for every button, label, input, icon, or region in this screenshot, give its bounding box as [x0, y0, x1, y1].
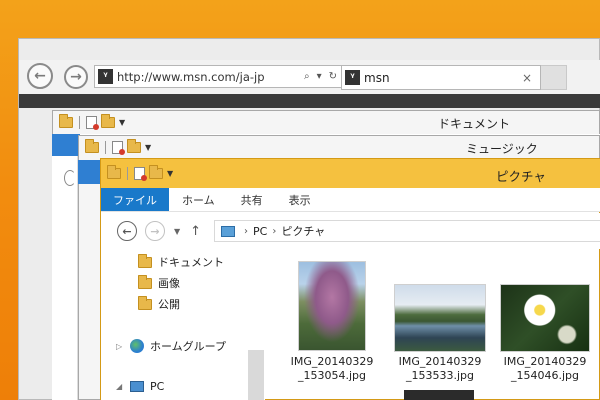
- folder-icon: [138, 274, 152, 289]
- arrow-right-icon: →: [70, 69, 82, 85]
- address-bar[interactable]: ᵞ http://www.msn.com/ja-jp ⌕ ▾ ↻: [94, 65, 344, 88]
- folder-icon: [59, 113, 73, 128]
- new-folder-icon[interactable]: [101, 113, 115, 128]
- tab-title: msn: [364, 70, 390, 85]
- collapse-icon[interactable]: ◢: [116, 382, 124, 391]
- ribbon-tabs: ファイル ホーム 共有 表示: [101, 188, 600, 212]
- expand-icon[interactable]: ▷: [116, 342, 124, 351]
- msn-logo-icon: ᵞ: [345, 70, 360, 85]
- ie-content-header: [19, 94, 600, 108]
- back-button[interactable]: [64, 170, 76, 186]
- thumbnail-image[interactable]: [298, 261, 366, 351]
- arrow-left-icon: ←: [122, 224, 132, 238]
- breadcrumb-pc[interactable]: PC: [253, 225, 267, 238]
- recent-locations-icon[interactable]: ▼: [174, 227, 180, 236]
- forward-button[interactable]: →: [64, 65, 88, 89]
- nav-item-images[interactable]: 画像: [138, 274, 180, 291]
- folder-icon: [138, 253, 152, 268]
- search-icon[interactable]: ⌕: [304, 71, 310, 82]
- properties-icon[interactable]: [86, 115, 99, 130]
- chevron-down-icon[interactable]: ▼: [167, 169, 173, 178]
- documents-title: ドキュメント: [438, 117, 511, 131]
- pictures-title: ピクチャ: [496, 169, 546, 184]
- browser-tab[interactable]: ᵞ msn ×: [341, 65, 541, 90]
- file-name[interactable]: IMG_20140329 _154046.jpg: [495, 355, 595, 383]
- address-url[interactable]: http://www.msn.com/ja-jp: [117, 70, 300, 84]
- chevron-down-icon[interactable]: ▼: [119, 118, 125, 127]
- tab-share[interactable]: 共有: [228, 188, 276, 211]
- nav-item-label: PC: [150, 380, 165, 393]
- file-name-line2: _153533.jpg: [405, 369, 474, 382]
- homegroup-icon: [130, 339, 144, 353]
- tab-home[interactable]: ホーム: [169, 188, 228, 211]
- msn-logo-icon: ᵞ: [98, 69, 113, 84]
- nav-item-label: 画像: [158, 277, 180, 290]
- nav-item-pc[interactable]: ◢ PC: [116, 380, 164, 393]
- documents-titlebar: ▼: [53, 110, 600, 134]
- nav-item-label: ホームグループ: [150, 340, 227, 353]
- up-arrow-icon[interactable]: ↑: [190, 224, 201, 239]
- breadcrumb-pictures[interactable]: ピクチャ: [281, 223, 325, 239]
- chevron-right-icon[interactable]: ›: [272, 226, 276, 237]
- file-name[interactable]: IMG_20140329 _153054.jpg: [282, 355, 382, 383]
- chevron-right-icon[interactable]: ›: [244, 226, 248, 237]
- file-name-line2: _153054.jpg: [297, 369, 366, 382]
- file-name-line2: _154046.jpg: [510, 369, 579, 382]
- refresh-icon[interactable]: ↻: [329, 71, 337, 82]
- chevron-down-icon[interactable]: ▾: [317, 71, 322, 82]
- nav-item-label: ドキュメント: [158, 256, 224, 269]
- tab-view[interactable]: 表示: [276, 188, 324, 211]
- folder-icon: [138, 295, 152, 310]
- nav-pane-scrollbar[interactable]: [248, 350, 264, 400]
- file-name-line1: IMG_20140329: [398, 355, 482, 368]
- navigation-pane: [101, 250, 265, 400]
- new-folder-icon[interactable]: [127, 138, 141, 153]
- pc-icon: [130, 381, 144, 392]
- arrow-right-icon: →: [150, 224, 160, 238]
- properties-icon[interactable]: [134, 167, 147, 181]
- back-button[interactable]: ←: [27, 63, 53, 89]
- file-name[interactable]: IMG_20140329 _153533.jpg: [390, 355, 490, 383]
- thumbnail-image[interactable]: [394, 284, 486, 352]
- documents-file-tab[interactable]: [52, 134, 80, 156]
- forward-button[interactable]: →: [145, 221, 165, 241]
- back-button[interactable]: ←: [117, 221, 137, 241]
- nav-item-homegroup[interactable]: ▷ ホームグループ: [116, 338, 226, 354]
- properties-icon[interactable]: [112, 140, 125, 155]
- pc-icon: [221, 225, 235, 237]
- music-title: ミュージック: [466, 142, 538, 156]
- file-name-line1: IMG_20140329: [503, 355, 587, 368]
- breadcrumb[interactable]: › PC › ピクチャ: [214, 220, 600, 242]
- thumbnail-image[interactable]: [500, 284, 590, 352]
- folder-icon: [107, 165, 121, 179]
- arrow-left-icon: ←: [34, 68, 46, 84]
- nav-item-public[interactable]: 公開: [138, 295, 180, 312]
- close-icon[interactable]: ×: [514, 71, 540, 85]
- folder-icon: [85, 138, 99, 153]
- chevron-down-icon[interactable]: ▼: [145, 143, 151, 152]
- nav-item-documents[interactable]: ドキュメント: [138, 253, 224, 270]
- documents-nav-strip: [52, 156, 78, 400]
- new-folder-icon[interactable]: [149, 165, 163, 179]
- tab-file[interactable]: ファイル: [101, 188, 169, 211]
- nav-item-label: 公開: [158, 298, 180, 311]
- thumbnail-image[interactable]: [404, 390, 474, 400]
- file-name-line1: IMG_20140329: [290, 355, 374, 368]
- new-tab-button[interactable]: [541, 65, 567, 90]
